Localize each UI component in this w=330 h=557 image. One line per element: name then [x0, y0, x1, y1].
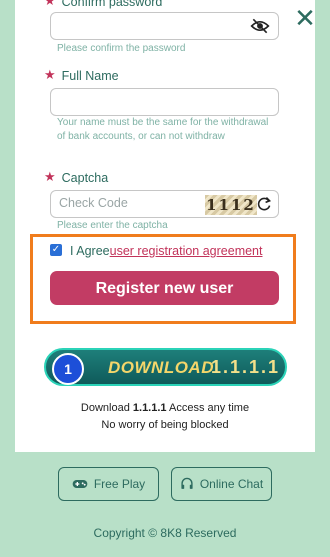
copyright-text: Copyright © 8K8 Reserved	[93, 526, 237, 540]
required-star-icon: ★	[44, 170, 56, 185]
captcha-hint: Please enter the captcha	[57, 220, 168, 231]
download-banner[interactable]: 1 DOWNLOAD 1.1.1.1	[44, 348, 287, 386]
full-name-label: ★ Full Name	[44, 68, 119, 83]
captcha-field[interactable]: Check Code 1112	[50, 190, 279, 218]
confirm-password-hint: Please confirm the password	[57, 43, 186, 54]
eye-off-icon[interactable]	[250, 17, 270, 35]
captcha-label: ★ Captcha	[44, 170, 109, 185]
register-button[interactable]: Register new user	[50, 271, 279, 305]
free-play-button[interactable]: Free Play	[58, 467, 159, 501]
captcha-input[interactable]: Check Code	[59, 196, 128, 210]
headset-icon	[181, 477, 193, 489]
agreement-text: I Agreeuser registration agreement	[70, 244, 263, 258]
agreement-link[interactable]: user registration agreement	[110, 244, 263, 258]
close-icon[interactable]: ✕	[294, 6, 316, 32]
download-note-2: No worry of being blocked	[101, 419, 229, 431]
confirm-password-field[interactable]	[50, 12, 279, 40]
confirm-password-label: ★ Confirm password	[44, 0, 162, 9]
full-name-hint: Your name must be the same for the withd…	[57, 117, 269, 142]
download-label: DOWNLOAD	[108, 358, 214, 377]
gamepad-icon	[72, 480, 88, 488]
app-logo-icon: 1	[52, 353, 84, 385]
online-chat-button[interactable]: Online Chat	[171, 467, 272, 501]
captcha-image: 1112	[205, 195, 257, 215]
download-note: Download 1.1.1.1 Access any time	[80, 402, 250, 414]
agreement-checkbox[interactable]: ✓	[50, 244, 62, 256]
download-version: 1.1.1.1	[211, 357, 281, 377]
required-star-icon: ★	[44, 68, 56, 83]
full-name-field[interactable]	[50, 88, 279, 116]
required-star-icon: ★	[44, 0, 56, 9]
refresh-icon[interactable]	[256, 196, 272, 212]
